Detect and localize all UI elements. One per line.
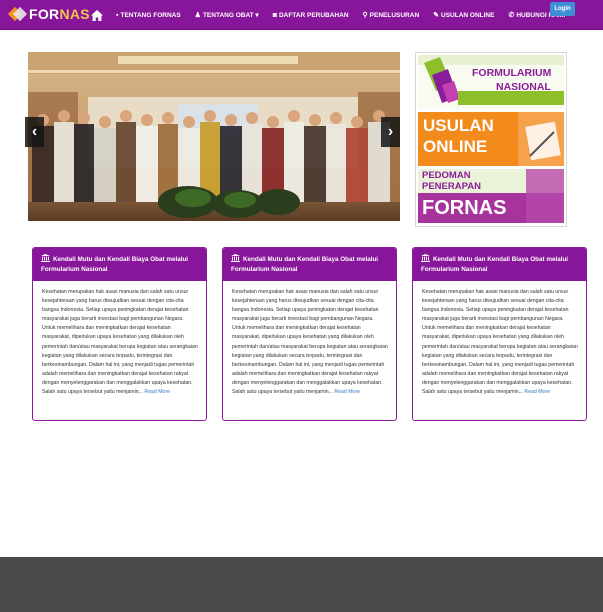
banner-formularium-nasional[interactable]: FORMULARIUM NASIONAL (418, 55, 564, 109)
edit-icon: ✎ (433, 11, 440, 19)
article-card-1: Kendali Mutu dan Kendali Biaya Obat mela… (32, 247, 207, 421)
fornas-logo[interactable]: FORNAS (7, 4, 90, 24)
banner-usulan-online[interactable]: USULAN ONLINE (418, 112, 564, 166)
carousel-next-button[interactable]: › (381, 117, 400, 147)
read-more-link[interactable]: Read More (144, 389, 170, 395)
phone-icon: ✆ (508, 11, 515, 19)
hero-carousel (28, 52, 400, 221)
login-button[interactable]: Login (550, 2, 575, 16)
card-title[interactable]: Kendali Mutu dan Kendali Biaya Obat mela… (223, 248, 396, 281)
article-card-2: Kendali Mutu dan Kendali Biaya Obat mela… (222, 247, 397, 421)
home-icon[interactable] (90, 0, 104, 30)
card-body: Kesehatan merupakan hak asasi manusia da… (232, 289, 388, 396)
carousel-prev-button[interactable]: ‹ (25, 117, 44, 147)
camera-icon: ◙ (272, 11, 277, 19)
card-title[interactable]: Kendali Mutu dan Kendali Biaya Obat mela… (33, 248, 206, 281)
bank-icon (231, 254, 240, 262)
search-icon: ⚲ (362, 11, 368, 19)
read-more-link[interactable]: Read More (524, 389, 550, 395)
nav-tentang-obat[interactable]: ♟ TENTANG OBAT ▾ (194, 11, 259, 20)
banner-pedoman-penerapan[interactable]: PEDOMAN PENERAPAN FORNAS (418, 169, 564, 223)
logo-mark-icon (7, 6, 28, 22)
bank-icon (41, 254, 50, 262)
nav-menu: ▪ TENTANG FORNAS ♟ TENTANG OBAT ▾ ◙ DAFTAR … (90, 0, 579, 30)
user-icon: ♟ (194, 11, 201, 19)
logo-text: FORNAS (29, 6, 90, 22)
info-icon: ▪ (116, 11, 119, 19)
page-footer (0, 557, 603, 612)
side-banners: FORMULARIUM NASIONAL USULAN ONLINE PEDOM… (415, 52, 567, 227)
card-title[interactable]: Kendali Mutu dan Kendali Biaya Obat mela… (413, 248, 586, 281)
card-body: Kesehatan merupakan hak asasi manusia da… (42, 289, 198, 396)
group-photo-image (28, 52, 400, 221)
bank-icon (421, 254, 430, 262)
nav-usulan-online[interactable]: ✎ USULAN ONLINE (433, 12, 494, 19)
nav-tentang-fornas[interactable]: ▪ TENTANG FORNAS (116, 12, 181, 19)
nav-penelusuran[interactable]: ⚲ PENELUSURAN (363, 12, 420, 19)
article-card-3: Kendali Mutu dan Kendali Biaya Obat mela… (412, 247, 587, 421)
read-more-link[interactable]: Read More (334, 389, 360, 395)
nav-daftar-perubahan[interactable]: ◙ DAFTAR PERUBAHAN (273, 12, 349, 19)
top-navbar: FORNAS ▪ TENTANG FORNAS ♟ TENTANG OBAT ▾ ◙… (0, 0, 603, 30)
card-body: Kesehatan merupakan hak asasi manusia da… (422, 289, 578, 396)
